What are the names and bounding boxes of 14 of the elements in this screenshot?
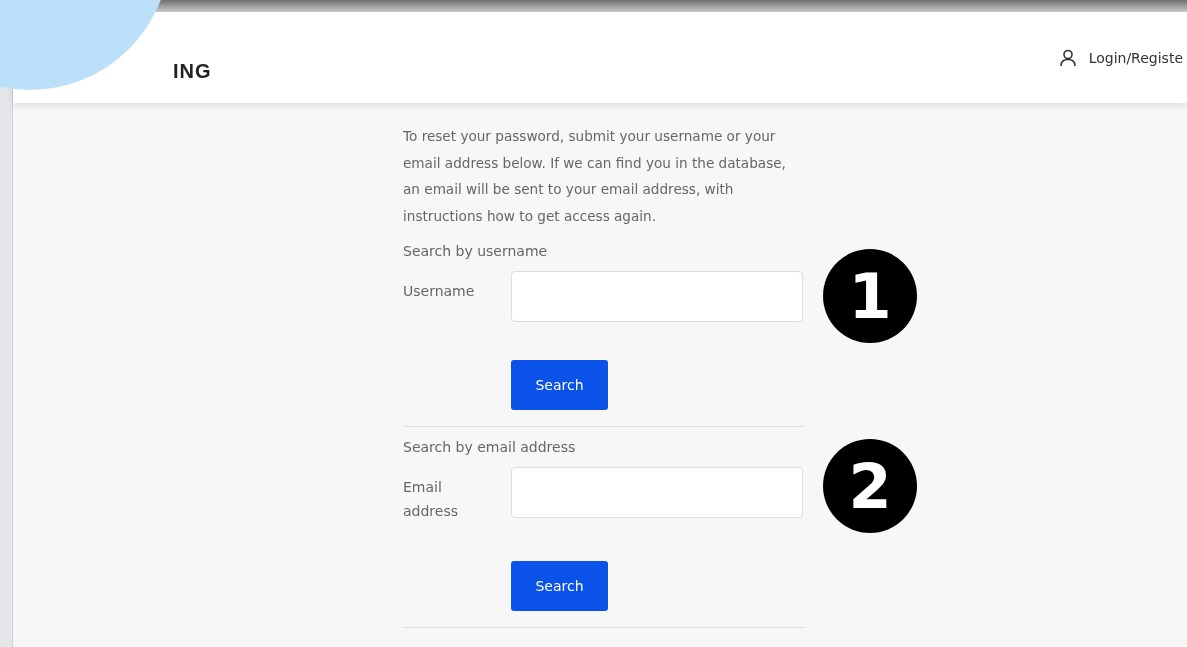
- section-heading: Search by username: [403, 243, 549, 259]
- input-field[interactable]: [511, 467, 803, 518]
- section-heading: Search by email address: [403, 439, 577, 455]
- field-label: Email address: [403, 478, 459, 521]
- input-field[interactable]: [511, 271, 803, 322]
- search-button[interactable]: Search: [511, 561, 608, 611]
- field-label: Username: [403, 282, 476, 301]
- search-button[interactable]: Search: [511, 360, 608, 410]
- step-number-badge: 2: [823, 439, 917, 533]
- login-register-link[interactable]: Login/Registe: [1058, 48, 1183, 67]
- instructions-text: To reset your password, submit your username or your email address below. If we can find you in the database, an email will be sent to your email address, with instructions how to get access again.: [403, 127, 787, 226]
- step-number-badge: 1: [823, 249, 917, 343]
- user-icon: [1058, 48, 1077, 67]
- site-logo[interactable]: ING: [173, 60, 212, 83]
